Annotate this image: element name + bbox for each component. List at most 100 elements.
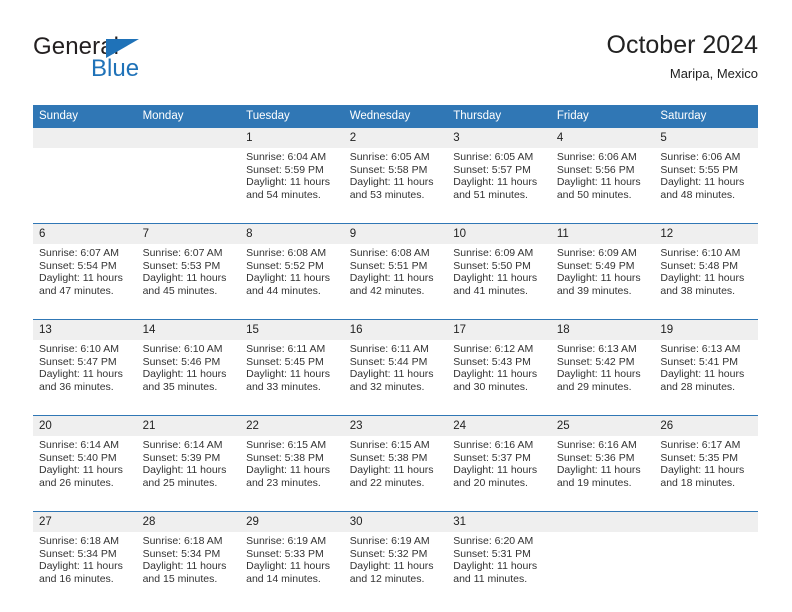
day-cell-19[interactable]: Sunrise: 6:13 AM Sunset: 5:41 PM Daylight:… (654, 340, 758, 415)
day-info-row: Sunrise: 6:14 AM Sunset: 5:40 PM Daylight:… (33, 436, 758, 511)
day-number-4[interactable]: 4 (550, 128, 655, 148)
day-cell-23[interactable]: Sunrise: 6:15 AM Sunset: 5:38 PM Daylight:… (344, 436, 448, 511)
day-number-15[interactable]: 15 (240, 320, 344, 340)
day-info-line: Sunset: 5:34 PM (142, 547, 221, 560)
day-info-line: Sunrise: 6:07 AM (39, 247, 119, 259)
day-cell-30[interactable]: Sunrise: 6:19 AM Sunset: 5:32 PM Daylight:… (344, 532, 448, 607)
day-number-23[interactable]: 23 (343, 416, 448, 436)
day-number-27[interactable]: 27 (33, 512, 137, 532)
day-number-13[interactable]: 13 (33, 320, 137, 340)
date-number-row: 13 14 15 16 17 18 19 (33, 320, 758, 340)
day-info-line: Sunrise: 6:05 AM (453, 151, 534, 163)
day-info-line: Daylight: 11 hours (39, 560, 123, 573)
day-info-line: Sunset: 5:47 PM (39, 355, 117, 368)
calendar-header-row: Sunday Monday Tuesday Wednesday Thursday Frid… (33, 105, 758, 128)
day-number-29[interactable]: 29 (240, 512, 344, 532)
day-number-5[interactable]: 5 (654, 128, 758, 148)
day-info-line: Sunrise: 6:10 AM (142, 343, 223, 355)
day-number-14[interactable]: 14 (136, 320, 241, 340)
day-info-line: Sunrise: 6:20 AM (453, 535, 534, 547)
day-info-line: Sunset: 5:39 PM (142, 451, 221, 464)
day-cell-25[interactable]: Sunrise: 6:16 AM Sunset: 5:36 PM Daylight:… (551, 436, 655, 511)
day-cell-5[interactable]: Sunrise: 6:06 AM Sunset: 5:55 PM Daylight:… (654, 148, 758, 223)
day-info-line: Sunset: 5:32 PM (349, 547, 428, 560)
day-cell-14[interactable]: Sunrise: 6:10 AM Sunset: 5:46 PM Daylight:… (137, 340, 241, 415)
day-info-line: Daylight: 11 hours (660, 176, 745, 189)
day-info-line: Sunrise: 6:11 AM (349, 343, 429, 355)
day-number-17[interactable]: 17 (447, 320, 551, 340)
day-number-28[interactable]: 28 (136, 512, 241, 532)
day-info-line: Daylight: 11 hours (246, 560, 330, 573)
day-number-2[interactable]: 2 (343, 128, 448, 148)
day-cell-12[interactable]: Sunrise: 6:10 AM Sunset: 5:48 PM Daylight:… (654, 244, 758, 319)
day-cell-20[interactable]: Sunrise: 6:14 AM Sunset: 5:40 PM Daylight:… (33, 436, 137, 511)
day-info-line: Sunrise: 6:09 AM (556, 247, 637, 259)
day-info-line: and 42 minutes. (349, 284, 425, 297)
day-info-line: and 15 minutes. (142, 572, 218, 585)
day-info-line: and 20 minutes. (453, 476, 528, 489)
day-info-line: Sunrise: 6:12 AM (453, 343, 534, 355)
day-number-16[interactable]: 16 (343, 320, 448, 340)
day-cell-21[interactable]: Sunrise: 6:14 AM Sunset: 5:39 PM Daylight:… (137, 436, 241, 511)
day-info-line: Daylight: 11 hours (39, 464, 123, 477)
day-number-6[interactable]: 6 (33, 224, 137, 244)
day-cell-15[interactable]: Sunrise: 6:11 AM Sunset: 5:45 PM Daylight:… (240, 340, 344, 415)
weekday-header-tuesday: Tuesday (240, 105, 344, 128)
day-number-10[interactable]: 10 (447, 224, 551, 244)
day-number-21[interactable]: 21 (136, 416, 241, 436)
day-info-line: and 25 minutes. (142, 476, 218, 489)
day-cell-8[interactable]: Sunrise: 6:08 AM Sunset: 5:52 PM Daylight:… (240, 244, 344, 319)
day-cell-10[interactable]: Sunrise: 6:09 AM Sunset: 5:50 PM Daylight:… (447, 244, 551, 319)
day-cell-2[interactable]: Sunrise: 6:05 AM Sunset: 5:58 PM Daylight:… (344, 148, 448, 223)
day-info-line: Daylight: 11 hours (39, 368, 123, 381)
day-info-line: Sunrise: 6:11 AM (246, 343, 326, 355)
general-blue-logo[interactable]: General Blue (33, 34, 233, 90)
day-cell-24[interactable]: Sunrise: 6:16 AM Sunset: 5:37 PM Daylight:… (447, 436, 551, 511)
day-cell-4[interactable]: Sunrise: 6:06 AM Sunset: 5:56 PM Daylight:… (551, 148, 655, 223)
day-cell-13[interactable]: Sunrise: 6:10 AM Sunset: 5:47 PM Daylight:… (33, 340, 137, 415)
day-info-line: Sunrise: 6:19 AM (246, 535, 327, 547)
day-info-line: Sunset: 5:58 PM (349, 163, 428, 176)
day-cell-22[interactable]: Sunrise: 6:15 AM Sunset: 5:38 PM Daylight:… (240, 436, 344, 511)
day-info-line: Sunset: 5:56 PM (556, 163, 635, 176)
day-cell-7[interactable]: Sunrise: 6:07 AM Sunset: 5:53 PM Daylight:… (137, 244, 241, 319)
day-cell-26[interactable]: Sunrise: 6:17 AM Sunset: 5:35 PM Daylight:… (654, 436, 758, 511)
day-number-11[interactable]: 11 (550, 224, 655, 244)
day-number-25[interactable]: 25 (550, 416, 655, 436)
day-cell-6[interactable]: Sunrise: 6:07 AM Sunset: 5:54 PM Daylight:… (33, 244, 137, 319)
day-cell-31[interactable]: Sunrise: 6:20 AM Sunset: 5:31 PM Daylight:… (447, 532, 551, 607)
day-info-line: Sunset: 5:49 PM (556, 259, 635, 272)
day-number-19[interactable]: 19 (654, 320, 758, 340)
day-info-line: Sunrise: 6:15 AM (246, 439, 327, 451)
day-info-line: Sunset: 5:50 PM (453, 259, 531, 272)
day-number-8[interactable]: 8 (240, 224, 344, 244)
day-number-9[interactable]: 9 (343, 224, 448, 244)
day-cell-9[interactable]: Sunrise: 6:08 AM Sunset: 5:51 PM Daylight:… (344, 244, 448, 319)
day-number-31[interactable]: 31 (447, 512, 551, 532)
day-info-line: Daylight: 11 hours (556, 368, 641, 381)
day-cell-1[interactable]: Sunrise: 6:04 AM Sunset: 5:59 PM Daylight:… (240, 148, 344, 223)
day-info-line: and 32 minutes. (349, 380, 425, 393)
day-cell-3[interactable]: Sunrise: 6:05 AM Sunset: 5:57 PM Daylight:… (447, 148, 551, 223)
day-number-26[interactable]: 26 (654, 416, 758, 436)
day-number-1[interactable]: 1 (240, 128, 344, 148)
day-info-line: Sunset: 5:33 PM (246, 547, 324, 560)
day-number-7[interactable]: 7 (136, 224, 241, 244)
day-number-20[interactable]: 20 (33, 416, 137, 436)
day-cell-17[interactable]: Sunrise: 6:12 AM Sunset: 5:43 PM Daylight:… (447, 340, 551, 415)
day-number-22[interactable]: 22 (240, 416, 344, 436)
day-number-30[interactable]: 30 (343, 512, 448, 532)
day-number-3[interactable]: 3 (447, 128, 551, 148)
day-cell-29[interactable]: Sunrise: 6:19 AM Sunset: 5:33 PM Daylight:… (240, 532, 344, 607)
day-cell-11[interactable]: Sunrise: 6:09 AM Sunset: 5:49 PM Daylight:… (551, 244, 655, 319)
day-number-24[interactable]: 24 (447, 416, 551, 436)
day-number-18[interactable]: 18 (550, 320, 655, 340)
day-cell-28[interactable]: Sunrise: 6:18 AM Sunset: 5:34 PM Daylight:… (137, 532, 241, 607)
day-info-line: Sunset: 5:53 PM (142, 259, 221, 272)
day-number-12[interactable]: 12 (654, 224, 758, 244)
day-cell-27[interactable]: Sunrise: 6:18 AM Sunset: 5:34 PM Daylight:… (33, 532, 137, 607)
day-cell-18[interactable]: Sunrise: 6:13 AM Sunset: 5:42 PM Daylight:… (551, 340, 655, 415)
day-info-line: Sunrise: 6:16 AM (453, 439, 534, 451)
page-header: General Blue October 2024 Maripa, Mexico (33, 30, 758, 92)
day-cell-16[interactable]: Sunrise: 6:11 AM Sunset: 5:44 PM Daylight:… (344, 340, 448, 415)
